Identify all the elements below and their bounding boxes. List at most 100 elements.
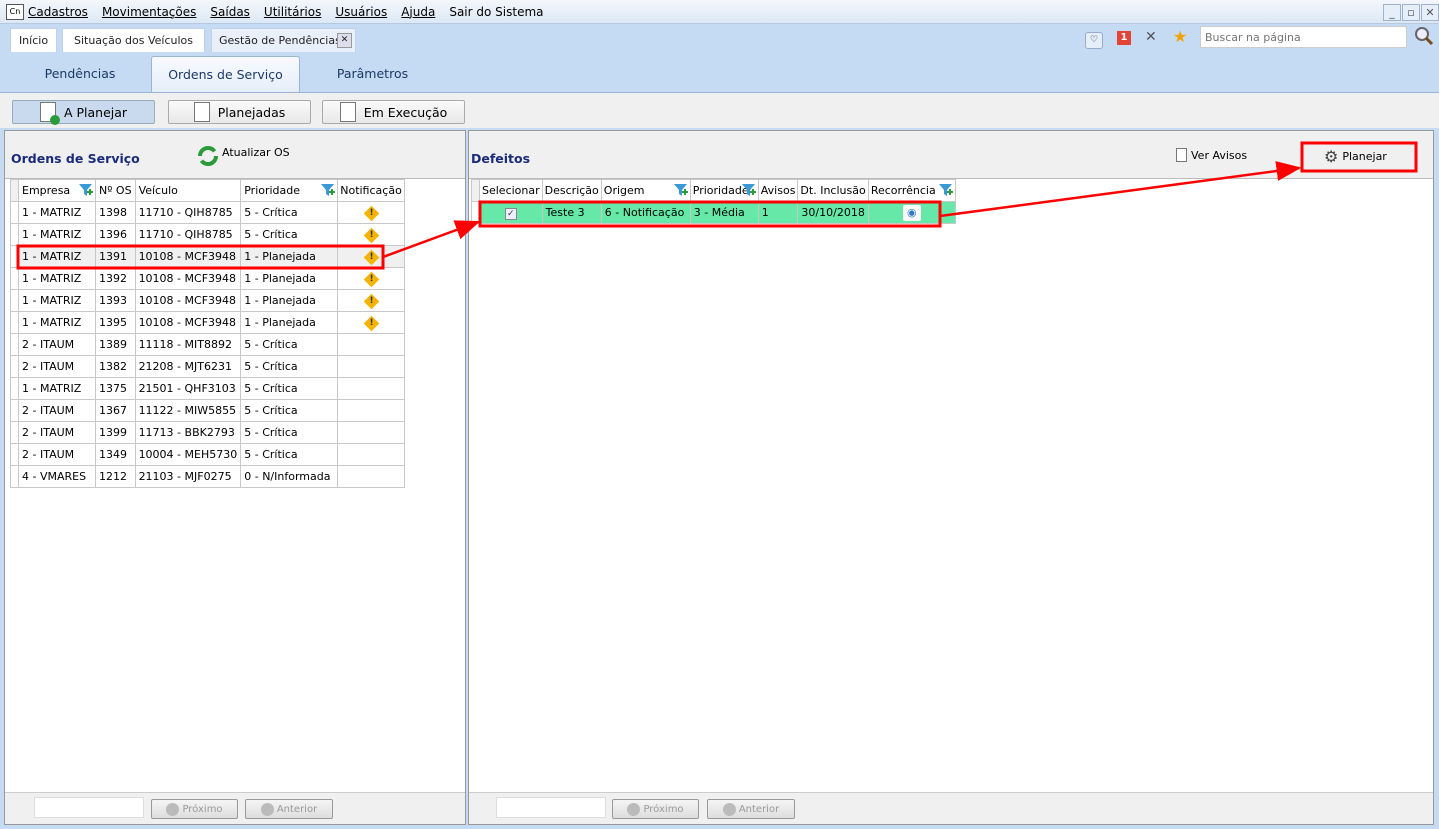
tab-situacao-veiculos[interactable]: Situação dos Veículos — [62, 28, 205, 52]
menu-saidas[interactable]: Saídas — [210, 5, 250, 19]
notificacao-cell — [337, 443, 405, 466]
table-row[interactable]: 4 - VMARES 1212 21103 - MJF0275 0 - N/Infor… — [10, 465, 405, 488]
col-dt-inclusao[interactable]: Dt. Inclusão — [797, 179, 869, 202]
numero-os-cell: 1396 — [95, 223, 136, 246]
col-prioridade[interactable]: Prioridade — [689, 179, 759, 202]
table-row[interactable]: 1 - MATRIZ 1395 10108 - MCF3948 1 - Planeja… — [10, 311, 405, 334]
filter-icon[interactable] — [938, 183, 953, 197]
arrow-down-icon — [627, 802, 641, 816]
col-selecionar[interactable]: Selecionar — [479, 179, 543, 202]
subtab-ordens-servico[interactable]: Ordens de Serviço — [151, 56, 300, 92]
unpin-icon[interactable]: ✕ — [1145, 29, 1157, 45]
notificacao-cell: ! — [337, 245, 405, 268]
col-origem[interactable]: Origem — [600, 179, 691, 202]
table-row[interactable]: 2 - ITAUM 1367 11122 - MIW5855 5 - Crítica — [10, 399, 405, 422]
prioridade-cell: 0 - N/Informada — [240, 465, 339, 488]
tab-gestao-pendencias[interactable]: Gestão de Pendências ✕ — [211, 28, 356, 52]
table-row[interactable]: 2 - ITAUM 1382 21208 - MJT6231 5 - Crítica — [10, 355, 405, 378]
document-gear-icon — [339, 102, 356, 122]
veiculo-cell: 11118 - MIT8892 — [134, 333, 242, 356]
left-search-field[interactable] — [34, 797, 144, 818]
ordens-servico-panel: Ordens de Serviço Atualizar OS Empresa N… — [4, 130, 466, 825]
ver-avisos-button[interactable]: Ver Avisos — [1176, 148, 1247, 162]
col-descricao[interactable]: Descrição — [541, 179, 602, 202]
atualizar-os-button[interactable]: Atualizar OS — [197, 145, 290, 167]
select-checkbox[interactable]: ✓ — [504, 207, 517, 220]
veiculo-cell: 11122 - MIW5855 — [134, 399, 242, 422]
numero-os-cell: 1398 — [95, 201, 136, 224]
search-icon[interactable] — [1414, 26, 1434, 46]
table-row[interactable]: 1 - MATRIZ 1398 11710 - QIH8785 5 - Crítica… — [10, 201, 405, 224]
col-empresa[interactable]: Empresa — [18, 179, 96, 202]
menu-ajuda[interactable]: Ajuda — [401, 5, 435, 19]
warning-icon[interactable]: ! — [363, 205, 379, 221]
restore-button[interactable]: ▫ — [1402, 4, 1420, 21]
filter-icon[interactable] — [79, 183, 93, 197]
veiculo-cell: 10108 - MCF3948 — [134, 245, 242, 268]
panel-title: Ordens de Serviço — [11, 151, 140, 166]
minimize-button[interactable]: _ — [1383, 4, 1401, 21]
empresa-cell: 1 - MATRIZ — [18, 289, 96, 312]
table-row[interactable]: 2 - ITAUM 1389 11118 - MIT8892 5 - Crítica — [10, 333, 405, 356]
notificacao-cell — [337, 465, 405, 488]
table-row[interactable]: 1 - MATRIZ 1392 10108 - MCF3948 1 - Planeja… — [10, 267, 405, 290]
menu-sair[interactable]: Sair do Sistema — [449, 5, 543, 19]
menu-cadastros[interactable]: Cadastros — [28, 5, 88, 19]
close-window-button[interactable]: ✕ — [1421, 4, 1439, 21]
gears-icon: ⚙ — [1324, 147, 1339, 166]
filter-icon[interactable] — [741, 183, 756, 197]
left-next-button[interactable]: Próximo — [151, 799, 238, 819]
warning-icon[interactable]: ! — [363, 293, 379, 309]
notification-badge[interactable]: 1 — [1117, 31, 1131, 45]
right-next-button[interactable]: Próximo — [612, 799, 699, 819]
empresa-cell: 1 - MATRIZ — [18, 245, 96, 268]
menu-usuarios[interactable]: Usuários — [335, 5, 387, 19]
col-avisos[interactable]: Avisos — [757, 179, 799, 202]
right-prev-button[interactable]: Anterior — [707, 799, 795, 819]
table-row[interactable]: 1 - MATRIZ 1396 11710 - QIH8785 5 - Crítica… — [10, 223, 405, 246]
warning-icon[interactable]: ! — [363, 227, 379, 243]
veiculo-cell: 21103 - MJF0275 — [134, 465, 242, 488]
warning-icon[interactable]: ! — [363, 271, 379, 287]
filter-icon[interactable] — [673, 183, 688, 197]
veiculo-cell: 11710 - QIH8785 — [134, 223, 242, 246]
planejar-button[interactable]: ⚙ Planejar — [1324, 147, 1387, 166]
eye-icon[interactable]: ◉ — [902, 204, 921, 221]
close-tab-icon[interactable]: ✕ — [337, 33, 352, 48]
prioridade-cell: 5 - Crítica — [240, 377, 339, 400]
filter-icon[interactable] — [321, 183, 336, 197]
a-planejar-button[interactable]: A Planejar — [12, 100, 155, 125]
table-row[interactable]: 1 - MATRIZ 1375 21501 - QHF3103 5 - Crítica — [10, 377, 405, 400]
warning-icon[interactable]: ! — [363, 315, 379, 331]
veiculo-cell: 11713 - BBK2793 — [134, 421, 242, 444]
favorites-icon[interactable]: ♡ — [1085, 32, 1103, 49]
col-notificacao[interactable]: Notificação — [337, 179, 405, 202]
numero-os-cell: 1375 — [95, 377, 136, 400]
subtab-pendencias[interactable]: Pendências — [10, 56, 150, 92]
subtab-parametros[interactable]: Parâmetros — [305, 56, 440, 92]
search-input[interactable] — [1200, 26, 1407, 48]
notificacao-cell — [337, 421, 405, 444]
table-row[interactable]: 1 - MATRIZ 1391 10108 - MCF3948 1 - Planeja… — [10, 245, 405, 268]
warning-icon[interactable]: ! — [363, 249, 379, 265]
star-icon[interactable]: ★ — [1173, 27, 1187, 46]
notificacao-cell — [337, 399, 405, 422]
table-row[interactable]: 2 - ITAUM 1399 11713 - BBK2793 5 - Crítica — [10, 421, 405, 444]
table-row[interactable]: 1 - MATRIZ 1393 10108 - MCF3948 1 - Planeja… — [10, 289, 405, 312]
table-row[interactable]: 2 - ITAUM 1349 10004 - MEH5730 5 - Crítica — [10, 443, 405, 466]
planejadas-button[interactable]: Planejadas — [168, 100, 311, 124]
col-veiculo[interactable]: Veículo — [134, 179, 242, 202]
col-recorrencia[interactable]: Recorrência — [867, 179, 956, 202]
numero-os-cell: 1212 — [95, 465, 136, 488]
notificacao-cell — [337, 355, 405, 378]
left-prev-button[interactable]: Anterior — [245, 799, 333, 819]
em-execucao-button[interactable]: Em Execução — [322, 100, 465, 124]
menu-movimentacoes[interactable]: Movimentações — [102, 5, 196, 19]
table-row[interactable]: ✓ Teste 3 6 - Notificação 3 - Média 1 30… — [471, 201, 956, 224]
tab-inicio[interactable]: Início — [10, 28, 57, 52]
right-search-field[interactable] — [496, 797, 606, 818]
col-prioridade[interactable]: Prioridade — [240, 179, 339, 202]
numero-os-cell: 1393 — [95, 289, 136, 312]
col-numero-os[interactable]: Nº OS — [95, 179, 136, 202]
menu-utilitarios[interactable]: Utilitários — [264, 5, 321, 19]
